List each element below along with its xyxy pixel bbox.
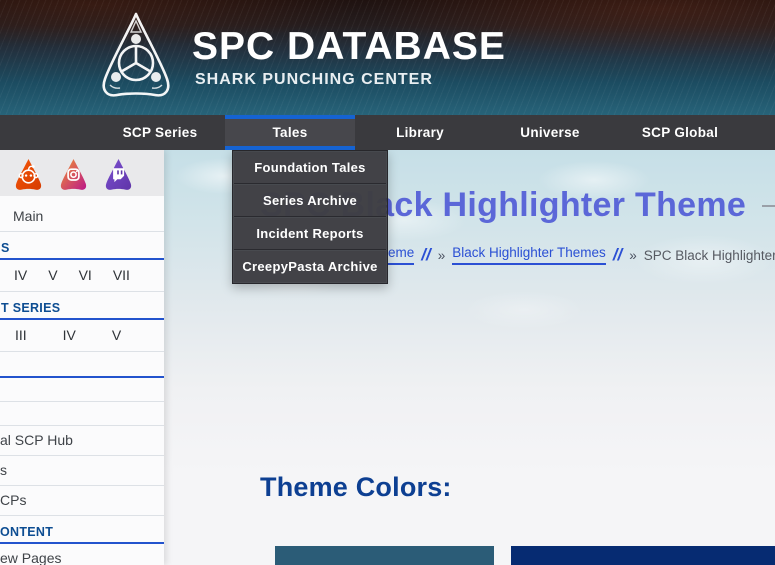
sidebar-divider xyxy=(0,351,164,352)
nav-item-universe[interactable]: Universe xyxy=(485,115,615,150)
sidebar-item-s[interactable]: s xyxy=(0,456,164,485)
spc-logo-icon xyxy=(102,12,170,97)
sidebar-item-cps[interactable]: CPs xyxy=(0,486,164,515)
sidebar-item[interactable] xyxy=(0,378,164,401)
breadcrumb-link[interactable]: Black Highlighter Themes xyxy=(452,245,606,265)
sidebar-divider xyxy=(0,515,164,516)
sidebar-social-strip xyxy=(0,150,164,196)
instagram-icon[interactable] xyxy=(58,157,89,190)
sidebar-series-link-iii[interactable]: III xyxy=(15,327,27,343)
sidebar-item-ew-pages[interactable]: ew Pages xyxy=(0,544,164,565)
sidebar-heading: S xyxy=(0,239,164,260)
site-subtitle: SHARK PUNCHING CENTER xyxy=(195,71,433,88)
site-header: SPC DATABASE SHARK PUNCHING CENTER xyxy=(0,0,775,115)
nav-item-tales[interactable]: Tales xyxy=(225,115,355,150)
sidebar-series-link-iv[interactable]: IV xyxy=(14,267,27,283)
breadcrumb: eme // » Black Highlighter Themes // » SPC Bla… xyxy=(388,245,775,265)
tales-dropdown-menu: Foundation Tales Series Archive Incident R… xyxy=(232,150,388,284)
breadcrumb-separator: // xyxy=(612,245,623,264)
sidebar-divider xyxy=(0,291,164,292)
navy-swatch xyxy=(511,546,775,565)
dropdown-item-foundation-tales[interactable]: Foundation Tales xyxy=(234,152,386,184)
twitch-icon[interactable] xyxy=(103,157,134,190)
sidebar-series-link-vi[interactable]: VI xyxy=(79,267,92,283)
breadcrumb-separator: // xyxy=(421,245,431,264)
sidebar-series-row: IV V VI VII xyxy=(0,260,164,291)
sidebar-heading: T SERIES xyxy=(0,299,164,320)
breadcrumb-separator: » xyxy=(437,247,446,263)
sidebar-divider xyxy=(0,231,164,232)
nav-item-scp-series[interactable]: SCP Series xyxy=(95,115,225,150)
page: SPC DATABASE SHARK PUNCHING CENTER SCP S… xyxy=(0,0,775,565)
nav-item-library[interactable]: Library xyxy=(355,115,485,150)
sidebar-heading xyxy=(0,359,164,378)
breadcrumb-separator: » xyxy=(629,247,637,263)
sidebar-series-row: III IV V xyxy=(0,320,164,351)
brand-block: SPC DATABASE SHARK PUNCHING CENTER xyxy=(192,27,506,89)
theme-swatches xyxy=(275,546,775,565)
sidebar-series-link-iv[interactable]: IV xyxy=(63,327,76,343)
sidebar-series-link-v[interactable]: V xyxy=(112,327,121,343)
sidebar-series-link-v[interactable]: V xyxy=(48,267,57,283)
title-divider-line xyxy=(762,204,775,207)
dropdown-item-incident-reports[interactable]: Incident Reports xyxy=(234,218,386,250)
sidebar-heading: ONTENT xyxy=(0,523,164,544)
sidebar-series-link-vii[interactable]: VII xyxy=(113,267,130,283)
site-title: SPC DATABASE xyxy=(192,25,506,68)
teal-swatch xyxy=(275,546,495,565)
sidebar-item[interactable] xyxy=(0,402,164,425)
breadcrumb-current-page: SPC Black Highlighter Theme xyxy=(643,247,775,263)
theme-colors-heading: Theme Colors: xyxy=(260,472,452,502)
dropdown-item-creepypasta-archive[interactable]: CreepyPasta Archive xyxy=(234,251,386,282)
sidebar: Main S IV V VI VII T SERIES III IV Val SCP Hub s CP… xyxy=(0,150,164,565)
breadcrumb-link[interactable]: eme xyxy=(388,245,415,265)
nav-item-scp-global[interactable]: SCP Global xyxy=(615,115,745,150)
sidebar-item-main[interactable]: Main xyxy=(0,202,164,231)
sidebar-item-al-scp-hub[interactable]: al SCP Hub xyxy=(0,426,164,455)
sidebar-menu: Main S IV V VI VII T SERIES III IV Val SCP Hub s CP… xyxy=(0,196,164,565)
dropdown-item-series-archive[interactable]: Series Archive xyxy=(234,185,386,217)
main-navbar: SCP Series Tales Library Universe SCP Global xyxy=(0,115,775,150)
reddit-icon[interactable] xyxy=(13,157,44,190)
